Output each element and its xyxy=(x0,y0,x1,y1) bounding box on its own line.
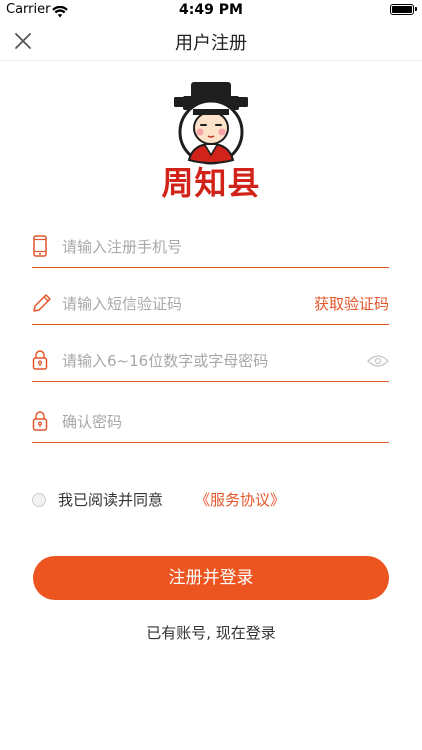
password-row xyxy=(32,341,389,382)
sms-code-input[interactable] xyxy=(62,284,312,324)
phone-row xyxy=(32,227,389,268)
confirm-password-input[interactable] xyxy=(62,402,312,442)
service-agreement-link[interactable]: 《服务协议》 xyxy=(195,490,285,510)
confirm-password-row xyxy=(32,402,389,443)
register-login-button[interactable]: 注册并登录 xyxy=(33,556,389,600)
phone-input[interactable] xyxy=(62,227,312,267)
status-time: 4:49 PM xyxy=(179,2,243,18)
brand-logo-text: 周知县 xyxy=(161,164,261,202)
lock-icon xyxy=(32,349,48,371)
lock-icon xyxy=(32,410,48,432)
battery-tip xyxy=(415,7,417,11)
password-input[interactable] xyxy=(62,341,312,381)
sms-code-row: 获取验证码 xyxy=(32,284,389,325)
battery-icon xyxy=(390,4,414,15)
status-bar: Carrier 4:49 PM xyxy=(0,0,422,22)
pencil-icon xyxy=(32,292,52,314)
agreement-text: 我已阅读并同意 xyxy=(58,491,164,509)
eye-icon[interactable] xyxy=(367,353,389,367)
existing-account-login-link[interactable]: 已有账号, 现在登录 xyxy=(0,622,422,643)
nav-bar: 用户注册 xyxy=(0,22,422,61)
agreement-checkbox[interactable] xyxy=(32,493,46,507)
page-title: 用户注册 xyxy=(175,33,247,54)
phone-icon xyxy=(32,235,48,257)
get-code-button[interactable]: 获取验证码 xyxy=(314,284,389,324)
